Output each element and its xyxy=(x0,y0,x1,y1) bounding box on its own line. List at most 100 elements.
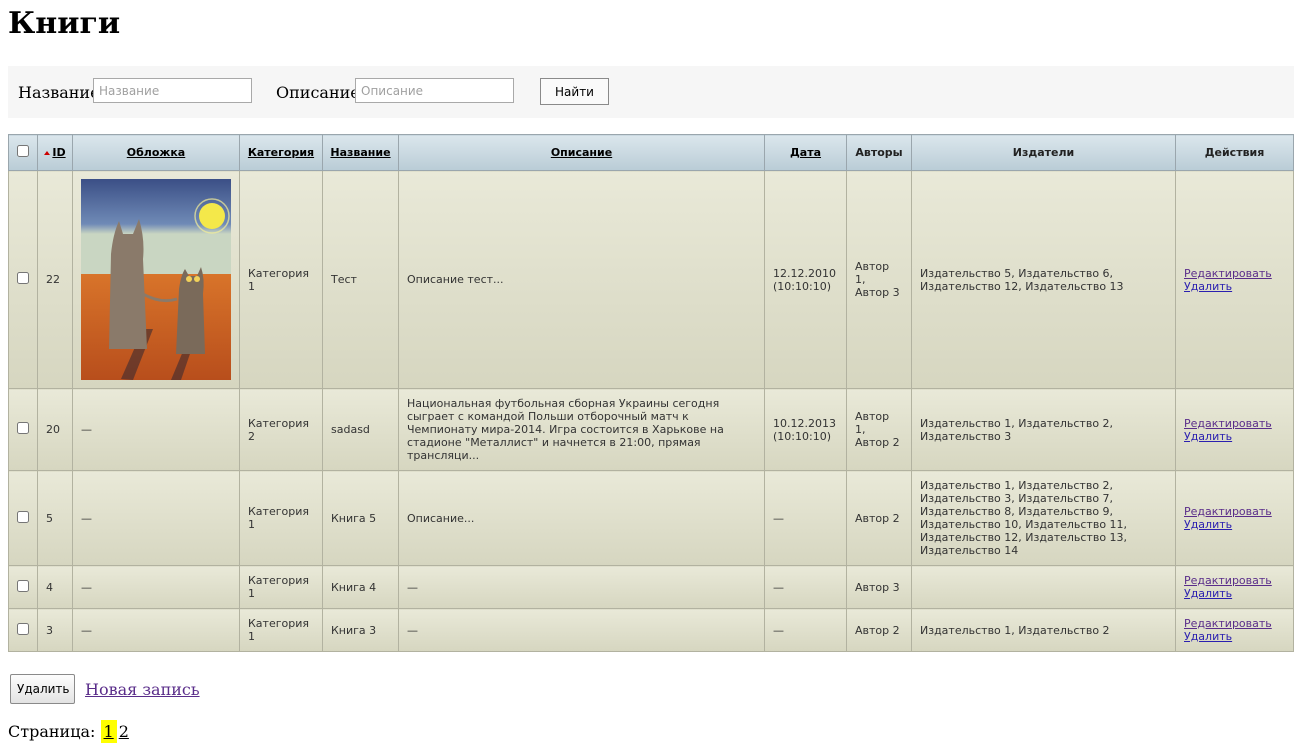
sort-by-cover-link[interactable]: Обложка xyxy=(127,146,185,159)
id-cell: 5 xyxy=(37,470,73,566)
category-cell: Категория 1 xyxy=(239,565,323,609)
row-checkbox[interactable] xyxy=(17,510,29,523)
name-filter-label: Название: xyxy=(18,83,105,102)
authors-column-header: Авторы xyxy=(846,134,912,171)
edit-link[interactable]: Редактировать xyxy=(1184,574,1285,587)
row-checkbox[interactable] xyxy=(17,272,29,284)
publishers-header-label: Издатели xyxy=(1012,146,1075,159)
filter-form: Название: Описание: Найти xyxy=(8,66,1294,118)
edit-link[interactable]: Редактировать xyxy=(1184,617,1285,630)
delete-link[interactable]: Удалить xyxy=(1184,430,1285,443)
category-cell: Категория 2 xyxy=(239,388,323,471)
book-cover-image xyxy=(81,179,231,380)
description-cell: Описание... xyxy=(398,470,765,566)
category-cell: Категория 1 xyxy=(239,470,323,566)
table-row: 20 — Категория 2 sadasd Национальная фут… xyxy=(8,388,1294,471)
authors-cell: Автор 1, Автор 3 xyxy=(846,170,912,389)
actions-header-label: Действия xyxy=(1204,146,1265,159)
name-cell: Книга 4 xyxy=(322,565,399,609)
table-row: 5 — Категория 1 Книга 5 Описание... — Ав… xyxy=(8,470,1294,566)
publishers-cell: Издательство 1, Издательство 2, Издатель… xyxy=(911,388,1176,471)
name-column-header[interactable]: Название xyxy=(322,134,399,171)
id-cell: 22 xyxy=(37,170,73,389)
description-filter-label: Описание: xyxy=(276,83,366,102)
category-cell: Категория 1 xyxy=(239,170,323,389)
page-title: Книги xyxy=(8,6,121,41)
sort-by-id-link[interactable]: ID xyxy=(52,146,65,159)
actions-cell: Редактировать Удалить xyxy=(1175,565,1294,609)
id-column-header[interactable]: ID xyxy=(37,134,73,171)
date-cell: 12.12.2010 (10:10:10) xyxy=(764,170,847,389)
date-cell: — xyxy=(764,470,847,566)
row-select-cell xyxy=(8,388,38,471)
books-table: ID Обложка Категория Название Описание Д… xyxy=(8,134,1294,652)
row-select-cell xyxy=(8,470,38,566)
authors-cell: Автор 1, Автор 2 xyxy=(846,388,912,471)
description-cell: Описание тест... xyxy=(398,170,765,389)
authors-cell: Автор 2 xyxy=(846,470,912,566)
row-select-cell xyxy=(8,565,38,609)
date-cell: — xyxy=(764,565,847,609)
id-cell: 4 xyxy=(37,565,73,609)
delete-link[interactable]: Удалить xyxy=(1184,587,1285,600)
category-column-header[interactable]: Категория xyxy=(239,134,323,171)
table-row: 4 — Категория 1 Книга 4 — — Автор 3 Реда… xyxy=(8,565,1294,609)
delete-link[interactable]: Удалить xyxy=(1184,280,1285,293)
name-filter-input[interactable] xyxy=(93,78,252,103)
description-cell: — xyxy=(398,608,765,652)
publishers-cell: Издательство 1, Издательство 2 xyxy=(911,608,1176,652)
sort-by-name-link[interactable]: Название xyxy=(330,146,390,159)
edit-link[interactable]: Редактировать xyxy=(1184,417,1285,430)
cover-cell xyxy=(72,170,240,389)
name-cell: Книга 3 xyxy=(322,608,399,652)
cover-cell: — xyxy=(72,565,240,609)
authors-cell: Автор 3 xyxy=(846,565,912,609)
sort-by-date-link[interactable]: Дата xyxy=(790,146,821,159)
cover-cell: — xyxy=(72,388,240,471)
publishers-column-header: Издатели xyxy=(911,134,1176,171)
delete-link[interactable]: Удалить xyxy=(1184,630,1285,643)
publishers-cell xyxy=(911,565,1176,609)
publishers-cell: Издательство 1, Издательство 2, Издатель… xyxy=(911,470,1176,566)
actions-column-header: Действия xyxy=(1175,134,1294,171)
current-page: 1 xyxy=(100,720,117,743)
date-cell: — xyxy=(764,608,847,652)
search-button[interactable]: Найти xyxy=(540,78,609,105)
select-all-checkbox[interactable] xyxy=(17,145,29,157)
cover-column-header[interactable]: Обложка xyxy=(72,134,240,171)
row-checkbox[interactable] xyxy=(17,422,29,434)
row-checkbox[interactable] xyxy=(17,579,29,592)
sort-by-description-link[interactable]: Описание xyxy=(551,146,612,159)
actions-cell: Редактировать Удалить xyxy=(1175,388,1294,471)
edit-link[interactable]: Редактировать xyxy=(1184,505,1285,518)
pagination: Страница: 12 xyxy=(8,720,129,743)
description-filter-input[interactable] xyxy=(355,78,514,103)
authors-cell: Автор 2 xyxy=(846,608,912,652)
category-cell: Категория 1 xyxy=(239,608,323,652)
delete-selected-button[interactable]: Удалить xyxy=(10,674,75,704)
select-all-header xyxy=(8,134,38,171)
id-cell: 3 xyxy=(37,608,73,652)
authors-header-label: Авторы xyxy=(855,146,903,159)
page-link[interactable]: 2 xyxy=(119,722,129,741)
row-select-cell xyxy=(8,170,38,389)
actions-cell: Редактировать Удалить xyxy=(1175,470,1294,566)
date-cell: 10.12.2013 (10:10:10) xyxy=(764,388,847,471)
edit-link[interactable]: Редактировать xyxy=(1184,267,1285,280)
id-cell: 20 xyxy=(37,388,73,471)
delete-link[interactable]: Удалить xyxy=(1184,518,1285,531)
description-column-header[interactable]: Описание xyxy=(398,134,765,171)
name-cell: Книга 5 xyxy=(322,470,399,566)
sort-asc-icon xyxy=(44,151,51,155)
name-cell: sadasd xyxy=(322,388,399,471)
table-row: 3 — Категория 1 Книга 3 — — Автор 2 Изда… xyxy=(8,608,1294,652)
sort-by-category-link[interactable]: Категория xyxy=(248,146,314,159)
cover-cell: — xyxy=(72,608,240,652)
new-record-link[interactable]: Новая запись xyxy=(85,680,200,699)
description-cell: — xyxy=(398,565,765,609)
date-column-header[interactable]: Дата xyxy=(764,134,847,171)
pagination-label: Страница: xyxy=(8,722,96,741)
row-checkbox[interactable] xyxy=(17,622,29,635)
name-cell: Тест xyxy=(322,170,399,389)
cover-cell: — xyxy=(72,470,240,566)
